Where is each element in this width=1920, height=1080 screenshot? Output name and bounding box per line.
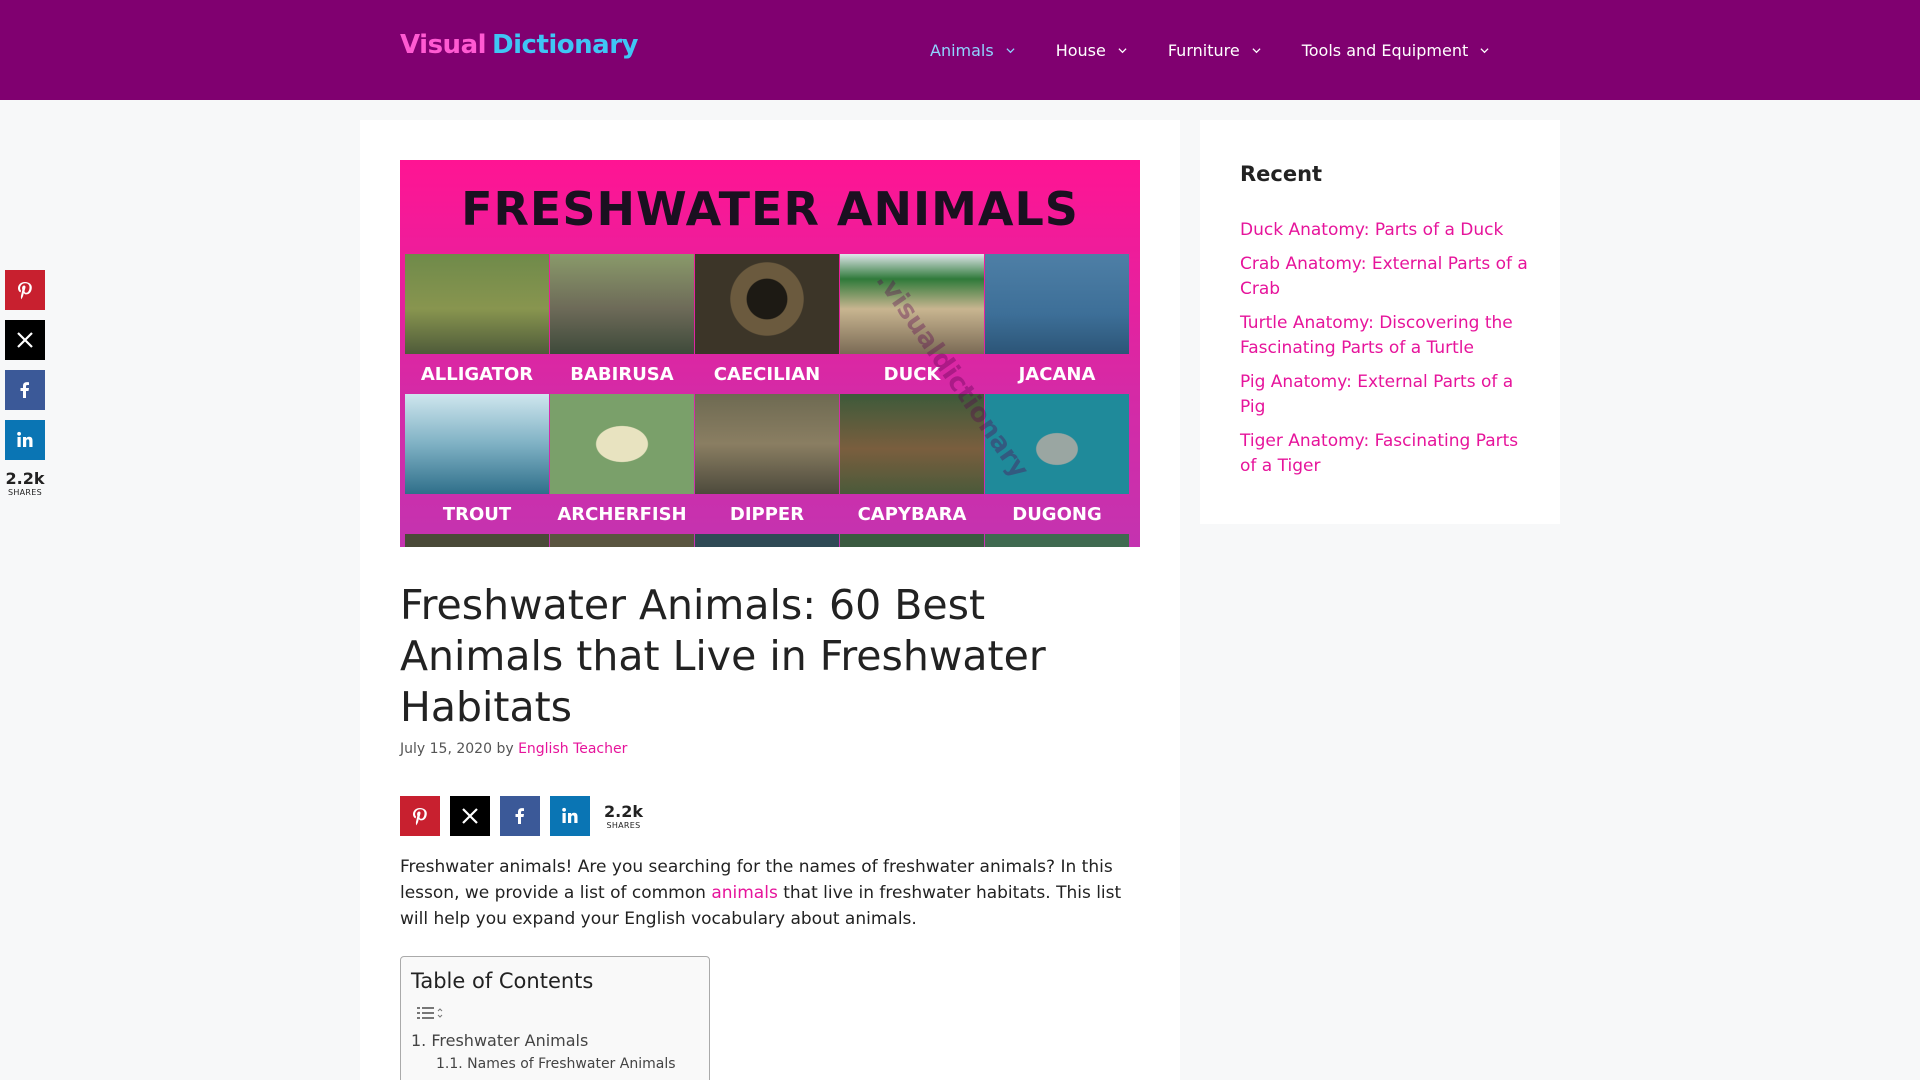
- nav-label: Animals: [930, 40, 994, 60]
- nav-item-animals[interactable]: Animals: [930, 41, 1015, 60]
- recent-posts-list: Duck Anatomy: Parts of a Duck Crab Anato…: [1240, 218, 1530, 488]
- share-count: 2.2k: [604, 801, 643, 821]
- featured-image: FRESHWATER ANIMALS ALLIGATOR BABIRUSA CA…: [400, 160, 1140, 547]
- linkedin-share-button[interactable]: [550, 796, 590, 836]
- caecilian-photo: [695, 254, 839, 354]
- animal-caption: ARCHERFISH: [557, 503, 687, 525]
- sidebar-recent: Recent Duck Anatomy: Parts of a Duck Cra…: [1200, 120, 1560, 524]
- chevron-down-icon: [1252, 47, 1261, 53]
- recent-post-link[interactable]: Crab Anatomy: External Parts of a Crab: [1240, 252, 1530, 302]
- logo-word-visual: Visual: [400, 30, 487, 60]
- post-meta: July 15, 2020 by English Teacher: [400, 741, 627, 757]
- main-nav: Animals House Furniture Tools and Equipm…: [930, 0, 1530, 100]
- animal-tile: DIPPER: [695, 394, 839, 534]
- animal-caption: CAECILIAN: [713, 363, 821, 385]
- alligator-photo: [405, 254, 549, 354]
- babirusa-photo: [550, 254, 694, 354]
- facebook-share-button[interactable]: [5, 370, 45, 410]
- chevron-down-icon: [1118, 47, 1127, 53]
- recent-post-link[interactable]: Tiger Anatomy: Fascinating Parts of a Ti…: [1240, 429, 1530, 479]
- nav-label: Tools and Equipment: [1301, 40, 1469, 60]
- post-by: by: [496, 741, 514, 757]
- toc-title: Table of Contents: [411, 969, 594, 993]
- animal-tile: ARCHERFISH: [550, 394, 694, 534]
- x-share-button[interactable]: [5, 320, 45, 360]
- share-count-label: SHARES: [606, 820, 641, 830]
- animals-link[interactable]: animals: [711, 883, 777, 903]
- animal-grid-row-1: ALLIGATOR BABIRUSA CAECILIAN DUCK JACANA: [405, 254, 1130, 394]
- recent-post-link[interactable]: Duck Anatomy: Parts of a Duck: [1240, 218, 1530, 243]
- animal-caption: DUGONG: [1012, 503, 1102, 525]
- linkedin-share-button[interactable]: [5, 420, 45, 460]
- animal-caption: DIPPER: [729, 503, 805, 525]
- nav-item-furniture[interactable]: Furniture: [1168, 41, 1261, 60]
- toc-item-number: 1.1.: [436, 1056, 463, 1072]
- chevron-down-icon: [1006, 47, 1015, 53]
- nav-item-tools-and-equipment[interactable]: Tools and Equipment: [1302, 41, 1490, 60]
- logo-word-dictionary: Dictionary: [492, 30, 638, 60]
- animal-caption: CAPYBARA: [857, 503, 967, 525]
- inline-share-bar: 2.2k SHARES: [400, 796, 643, 836]
- x-share-button[interactable]: [450, 796, 490, 836]
- featured-image-title: FRESHWATER ANIMALS: [461, 182, 1079, 236]
- floating-share-bar: 2.2k SHARES: [5, 270, 45, 497]
- animal-grid-row-3: [405, 534, 1130, 547]
- x-icon: [17, 332, 33, 348]
- pinterest-share-button[interactable]: [5, 270, 45, 310]
- author-link[interactable]: English Teacher: [518, 741, 627, 757]
- animal-tile: ALLIGATOR: [405, 254, 549, 394]
- sidebar-heading: Recent: [1240, 162, 1323, 186]
- animal-caption: BABIRUSA: [570, 363, 674, 385]
- jacana-photo: [985, 254, 1129, 354]
- share-count-label: SHARES: [7, 488, 43, 497]
- dipper-photo: [695, 394, 839, 494]
- animal-tile: BABIRUSA: [550, 254, 694, 394]
- recent-post-link[interactable]: Turtle Anatomy: Discovering the Fascinat…: [1240, 311, 1530, 361]
- pinterest-icon: [413, 808, 427, 826]
- x-icon: [462, 808, 478, 824]
- animal-caption: TROUT: [442, 503, 512, 525]
- animal-caption: ALLIGATOR: [420, 363, 534, 385]
- post-date: July 15, 2020: [400, 741, 492, 757]
- toc-item-number: 1.: [411, 1031, 427, 1050]
- chevron-down-icon: [1480, 47, 1489, 53]
- share-count: 2.2k: [5, 469, 45, 488]
- toc-item-names-of-freshwater-animals[interactable]: 1.1. Names of Freshwater Animals: [436, 1056, 676, 1072]
- site-logo[interactable]: Visual Dictionary: [400, 30, 638, 60]
- inline-share-count: 2.2k SHARES: [604, 801, 643, 830]
- intro-paragraph: Freshwater animals! Are you searching fo…: [400, 854, 1140, 932]
- trout-photo: [405, 394, 549, 494]
- facebook-icon: [20, 382, 29, 398]
- archerfish-photo: [550, 394, 694, 494]
- toc-toggle-icon[interactable]: [416, 1005, 444, 1021]
- animal-tile: TROUT: [405, 394, 549, 534]
- animal-tile: JACANA: [985, 254, 1129, 394]
- nav-item-house[interactable]: House: [1056, 41, 1127, 60]
- nav-label: House: [1055, 40, 1106, 60]
- toc-item-freshwater-animals[interactable]: 1. Freshwater Animals: [411, 1031, 588, 1050]
- post-title: Freshwater Animals: 60 Best Animals that…: [400, 581, 1046, 731]
- facebook-icon: [515, 808, 524, 824]
- site-header: Visual Dictionary Animals House Furniture…: [0, 0, 1920, 100]
- pinterest-share-button[interactable]: [400, 796, 440, 836]
- recent-post-link[interactable]: Pig Anatomy: External Parts of a Pig: [1240, 370, 1530, 420]
- animal-caption: JACANA: [1018, 363, 1096, 385]
- toc-item-label: Names of Freshwater Animals: [467, 1056, 676, 1072]
- toc-item-label: Freshwater Animals: [431, 1031, 589, 1050]
- nav-label: Furniture: [1167, 40, 1240, 60]
- table-of-contents: Table of Contents 1. Freshwater Animals …: [400, 956, 710, 1080]
- facebook-share-button[interactable]: [500, 796, 540, 836]
- linkedin-icon: [17, 431, 33, 447]
- pinterest-icon: [18, 282, 32, 300]
- animal-tile: CAECILIAN: [695, 254, 839, 394]
- main-content: FRESHWATER ANIMALS ALLIGATOR BABIRUSA CA…: [360, 120, 1180, 1080]
- linkedin-icon: [562, 807, 578, 823]
